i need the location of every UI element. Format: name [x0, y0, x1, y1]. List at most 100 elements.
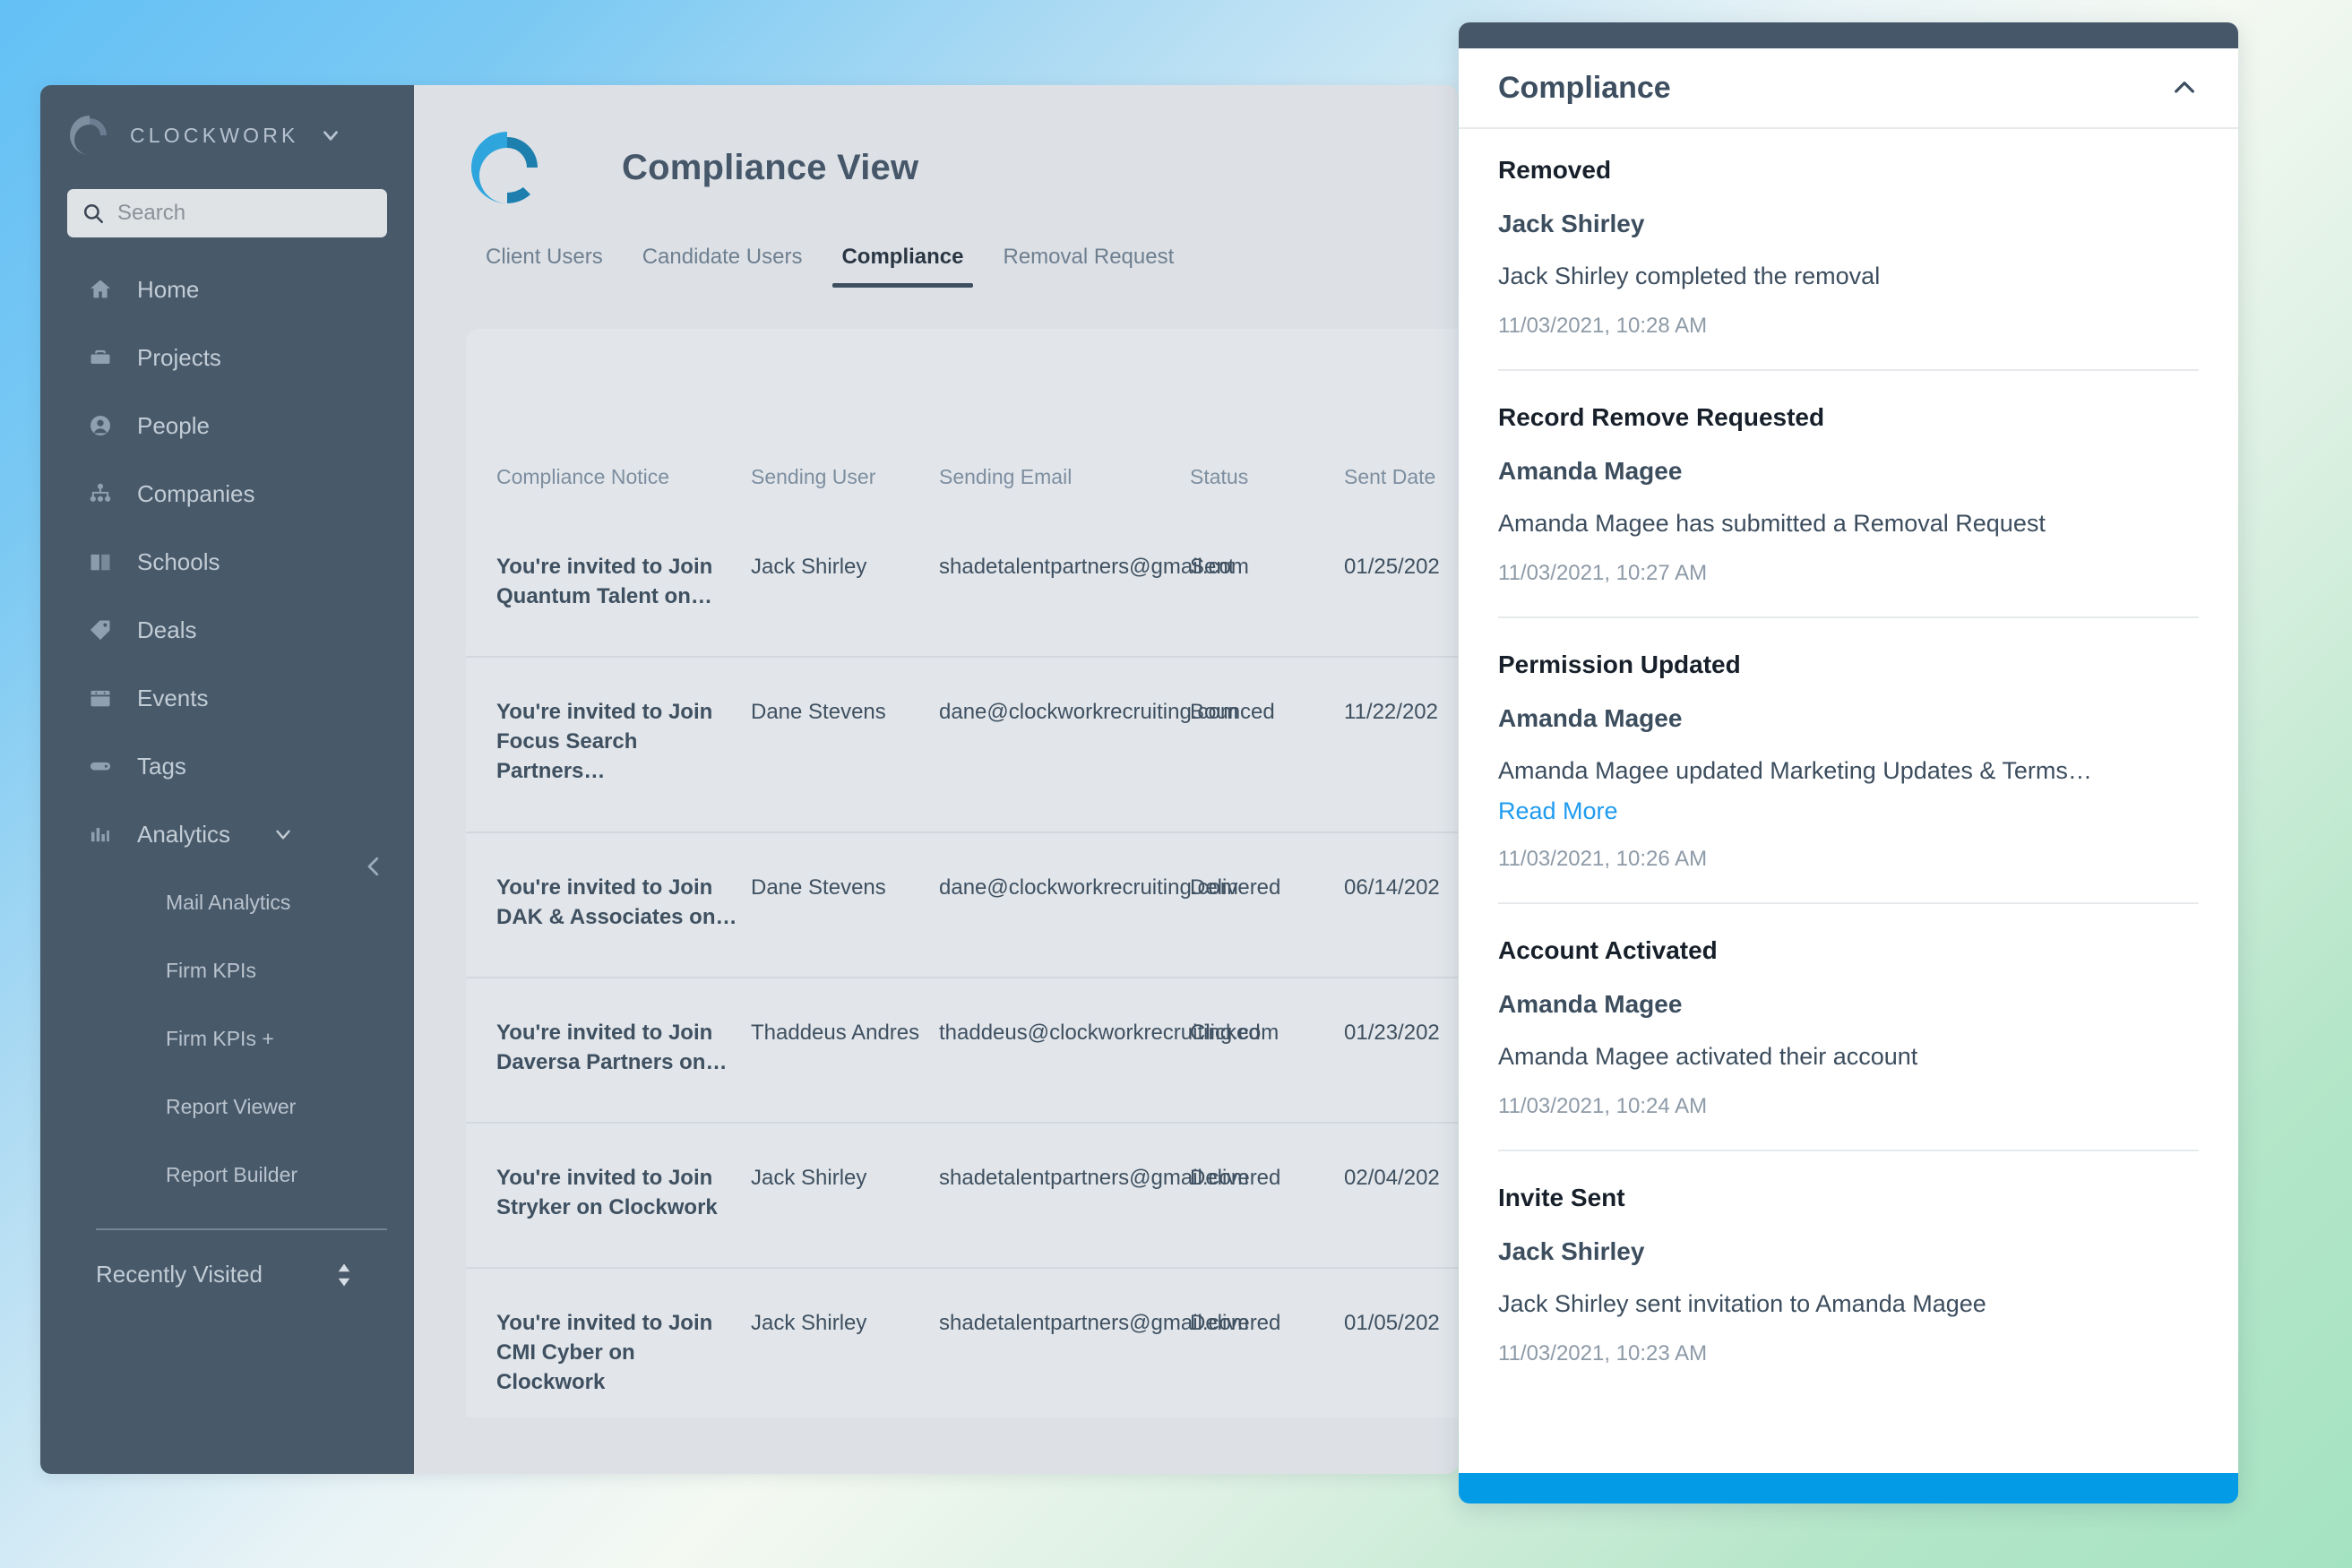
activity-timestamp: 11/03/2021, 10:27 AM: [1498, 560, 1708, 585]
cell-status: Clicked: [1190, 976, 1344, 1123]
sidebar-item-home[interactable]: Home: [40, 255, 414, 323]
cell-notice: You're invited to Join Stryker on Clockw…: [466, 1121, 751, 1269]
sidebar-nav: Home Projects People Companies Schools D…: [40, 255, 414, 1209]
tab-candidate-users[interactable]: Candidate Users: [623, 245, 823, 288]
chevron-up-icon[interactable]: [2170, 73, 2199, 102]
brand-header[interactable]: CLOCKWORK: [40, 85, 414, 185]
book-icon: [87, 549, 114, 574]
sidebar-divider: [96, 1228, 387, 1230]
sidebar-subitem-firm-kpis[interactable]: Firm KPIs: [40, 936, 414, 1004]
cell-status: Bounced: [1190, 656, 1344, 832]
sidebar-subitem-report-builder[interactable]: Report Builder: [40, 1141, 414, 1209]
activity-description: Jack Shirley completed the removal: [1498, 263, 1881, 289]
sidebar-item-label: Schools: [137, 547, 220, 575]
table-row[interactable]: You're invited to Join Quantum Talent on…: [466, 513, 1458, 657]
org-chart-icon: [87, 481, 114, 506]
activity-description: Amanda Magee activated their account: [1498, 1043, 1918, 1071]
bar-chart-icon: [87, 822, 114, 847]
cell-notice: You're invited to Join Focus Search Part…: [466, 656, 751, 832]
search-container: Search: [40, 189, 414, 237]
activity-entry[interactable]: Removed Jack Shirley Jack Shirley comple…: [1498, 129, 2199, 371]
activity-timestamp: 11/03/2021, 10:24 AM: [1498, 1094, 1708, 1118]
main-content: Compliance View Client Users Candidate U…: [414, 85, 1458, 1474]
activity-entry[interactable]: Record Remove Requested Amanda Magee Ama…: [1498, 371, 2199, 618]
table-row[interactable]: You're invited to Join CMI Cyber on Cloc…: [466, 1267, 1458, 1417]
column-header-sent-date[interactable]: Sent Date: [1344, 329, 1458, 513]
activity-entry[interactable]: Permission Updated Amanda Magee Amanda M…: [1498, 618, 2199, 905]
sidebar-item-label: Projects: [137, 343, 221, 371]
sidebar-item-tags[interactable]: Tags: [40, 732, 414, 800]
sidebar-subitem-report-viewer[interactable]: Report Viewer: [40, 1073, 414, 1141]
activity-type: Removed: [1498, 156, 1612, 184]
cell-user: Dane Stevens: [751, 656, 939, 832]
activity-description: Amanda Magee updated Marketing Updates &…: [1498, 756, 2092, 784]
activity-person: Jack Shirley: [1498, 210, 1645, 237]
sidebar-item-deals[interactable]: Deals: [40, 596, 414, 664]
sidebar-item-companies[interactable]: Companies: [40, 460, 414, 528]
tab-client-users[interactable]: Client Users: [466, 245, 623, 288]
chevron-down-icon[interactable]: [271, 823, 295, 846]
column-header-sending-email[interactable]: Sending Email: [939, 329, 1190, 513]
sidebar-item-label: People: [137, 411, 210, 439]
activity-timestamp: 11/03/2021, 10:28 AM: [1498, 313, 1708, 338]
cell-notice: You're invited to Join Daversa Partners …: [466, 976, 751, 1123]
table-row[interactable]: You're invited to Join Daversa Partners …: [466, 976, 1458, 1123]
cell-user: Dane Stevens: [751, 831, 939, 978]
panel-top-bar: [1459, 22, 2238, 48]
activity-entry[interactable]: Account Activated Amanda Magee Amanda Ma…: [1498, 904, 2199, 1151]
sidebar-item-label: Deals: [137, 616, 197, 643]
panel-entry-list: Removed Jack Shirley Jack Shirley comple…: [1459, 129, 2238, 1473]
cell-sent-date: 01/05/202: [1344, 1267, 1458, 1417]
panel-header[interactable]: Compliance: [1459, 48, 2238, 129]
cell-user: Jack Shirley: [751, 1121, 939, 1269]
home-icon: [87, 277, 114, 302]
cell-email: shadetalentpartners@gmail.com: [939, 1267, 1249, 1417]
tab-compliance[interactable]: Compliance: [822, 245, 983, 288]
tab-bar: Client Users Candidate Users Compliance …: [414, 218, 1458, 288]
chevron-down-icon[interactable]: [319, 124, 342, 147]
table-row[interactable]: You're invited to Join DAK & Associates …: [466, 831, 1458, 978]
activity-description: Amanda Magee has submitted a Removal Req…: [1498, 509, 2046, 537]
column-header-sending-user[interactable]: Sending User: [751, 329, 939, 513]
cell-sent-date: 06/14/202: [1344, 831, 1458, 978]
table-row[interactable]: You're invited to Join Stryker on Clockw…: [466, 1121, 1458, 1269]
read-more-link[interactable]: Read More: [1498, 797, 1618, 825]
search-placeholder: Search: [117, 201, 186, 225]
sidebar-item-people[interactable]: People: [40, 392, 414, 460]
cell-status: Delivered: [1190, 1121, 1344, 1269]
table-row[interactable]: You're invited to Join Focus Search Part…: [466, 656, 1458, 832]
column-header-compliance-notice[interactable]: Compliance Notice: [466, 329, 751, 513]
search-input[interactable]: Search: [67, 189, 387, 237]
cell-notice: You're invited to Join Quantum Talent on…: [496, 555, 713, 609]
sidebar-collapse-button[interactable]: [358, 851, 389, 882]
sidebar-item-label: Analytics: [137, 820, 231, 848]
cell-status: Sent: [1190, 555, 1235, 579]
cell-sent-date: 11/22/202: [1344, 656, 1458, 832]
column-header-status[interactable]: Status: [1190, 329, 1344, 513]
sidebar-item-projects[interactable]: Projects: [40, 323, 414, 392]
sidebar-item-schools[interactable]: Schools: [40, 528, 414, 596]
app-window: CLOCKWORK Search Home Projects People Co…: [40, 85, 1458, 1474]
recently-visited-label: Recently Visited: [96, 1261, 263, 1288]
activity-entry[interactable]: Invite Sent Jack Shirley Jack Shirley se…: [1498, 1151, 2199, 1397]
page-title: Compliance View: [622, 147, 919, 187]
compliance-table-card: Compliance Notice Sending User Sending E…: [466, 329, 1458, 1417]
sidebar-item-label: Companies: [137, 479, 255, 507]
tab-removal-request[interactable]: Removal Request: [984, 245, 1194, 288]
cell-user: Thaddeus Andres: [751, 976, 939, 1123]
search-icon: [82, 202, 105, 225]
clockwork-c-logo: [466, 126, 548, 209]
activity-timestamp: 11/03/2021, 10:26 AM: [1498, 847, 1708, 872]
sidebar-subitem-firm-kpis-plus[interactable]: Firm KPIs +: [40, 1004, 414, 1073]
sidebar-item-label: Home: [137, 275, 200, 303]
sidebar: CLOCKWORK Search Home Projects People Co…: [40, 85, 414, 1474]
activity-type: Invite Sent: [1498, 1184, 1625, 1211]
label-icon: [87, 754, 114, 779]
sidebar-item-events[interactable]: Events: [40, 664, 414, 732]
sort-updown-icon[interactable]: [333, 1262, 355, 1288]
cell-email: thaddeus@clockworkrecruiting.com: [939, 976, 1279, 1123]
cell-notice: You're invited to Join DAK & Associates …: [466, 831, 751, 978]
recently-visited-section[interactable]: Recently Visited: [40, 1230, 414, 1288]
cell-email: dane@clockworkrecruiting.com: [939, 831, 1238, 978]
activity-type: Record Remove Requested: [1498, 402, 1825, 431]
